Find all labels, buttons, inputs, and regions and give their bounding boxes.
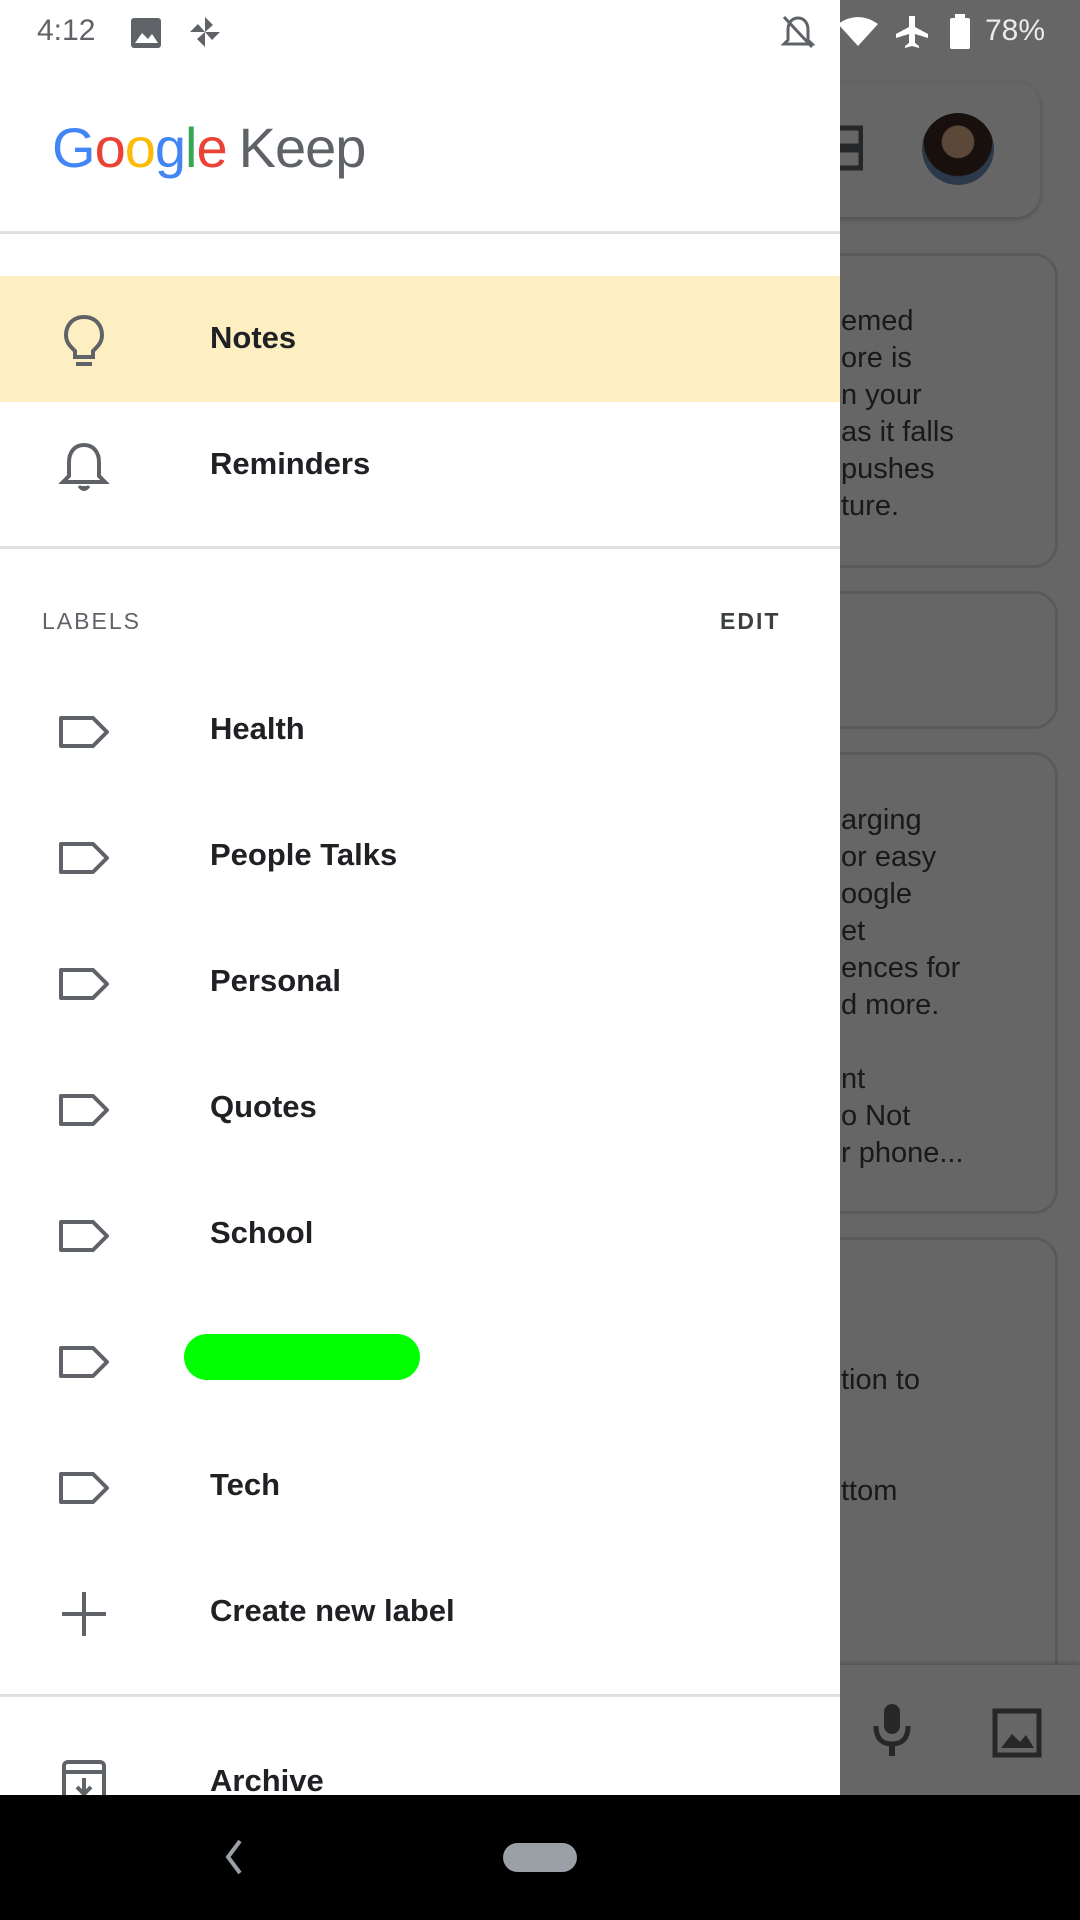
- label-item-health[interactable]: Health: [0, 667, 840, 793]
- battery-level: 78%: [985, 14, 1046, 47]
- label-icon: [59, 1346, 109, 1378]
- label-name: Quotes: [210, 1089, 317, 1124]
- airplane-icon: [896, 16, 928, 48]
- archive-icon: [62, 1760, 106, 1795]
- label-item-redacted[interactable]: [0, 1297, 840, 1423]
- nav-label: Notes: [210, 320, 297, 355]
- label-name: School: [210, 1215, 314, 1250]
- nav-item-archive[interactable]: Archive: [0, 1715, 840, 1795]
- pinwheel-icon: [190, 17, 220, 47]
- nav-label: Archive: [210, 1763, 324, 1795]
- label-item-personal[interactable]: Personal: [0, 919, 840, 1045]
- divider: [0, 231, 840, 234]
- image-icon: [131, 18, 161, 48]
- nav-item-reminders[interactable]: Reminders: [0, 402, 840, 528]
- label-icon: [59, 1094, 109, 1126]
- navigation-drawer: Google Keep Notes Reminders LABELS EDIT H…: [0, 0, 840, 1795]
- status-bar: 4:12 78%: [0, 0, 1080, 64]
- label-item-school[interactable]: School: [0, 1171, 840, 1297]
- labels-header: LABELS: [42, 608, 141, 634]
- notifications-off-icon: [781, 15, 815, 49]
- lightbulb-icon: [63, 314, 105, 366]
- divider: [0, 1694, 840, 1697]
- wifi-icon: [838, 17, 878, 46]
- system-nav-bar: [0, 1795, 1080, 1920]
- home-button[interactable]: [503, 1843, 577, 1872]
- nav-item-notes[interactable]: Notes: [0, 276, 840, 402]
- label-name: People Talks: [210, 837, 398, 872]
- redaction-mark: [184, 1334, 420, 1380]
- create-label-text: Create new label: [210, 1593, 455, 1628]
- label-icon: [59, 716, 109, 748]
- label-icon: [59, 842, 109, 874]
- battery-icon: [950, 14, 970, 49]
- label-item-tech[interactable]: Tech: [0, 1423, 840, 1549]
- label-icon: [59, 968, 109, 1000]
- label-item-quotes[interactable]: Quotes: [0, 1045, 840, 1171]
- label-icon: [59, 1472, 109, 1504]
- divider: [0, 546, 840, 549]
- label-name: Health: [210, 711, 305, 746]
- status-time: 4:12: [37, 14, 96, 47]
- back-icon[interactable]: [218, 1833, 248, 1881]
- label-item-people-talks[interactable]: People Talks: [0, 793, 840, 919]
- create-new-label-button[interactable]: Create new label: [0, 1549, 840, 1675]
- label-name: Tech: [210, 1467, 281, 1502]
- label-icon: [59, 1220, 109, 1252]
- edit-labels-button[interactable]: EDIT: [720, 608, 780, 635]
- label-name: Personal: [210, 963, 341, 998]
- nav-label: Reminders: [210, 446, 371, 481]
- bell-icon: [58, 442, 110, 491]
- plus-icon: [62, 1592, 106, 1636]
- google-keep-logo: Google Keep: [52, 116, 366, 179]
